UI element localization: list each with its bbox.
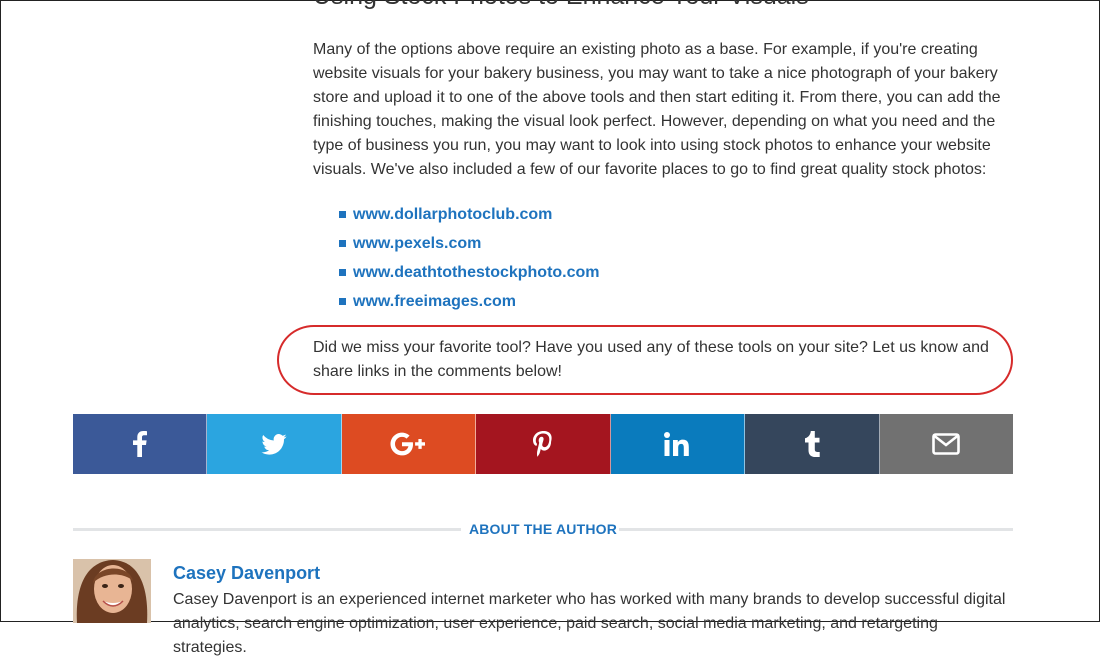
link-deathtothestockphoto[interactable]: www.deathtothestockphoto.com: [353, 264, 600, 281]
list-item: www.pexels.com: [339, 231, 600, 260]
square-bullet-icon: [339, 269, 346, 276]
twitter-icon: [261, 433, 287, 455]
list-item: www.freeimages.com: [339, 289, 600, 318]
envelope-icon: [932, 433, 961, 455]
divider-line: [619, 528, 1013, 531]
linkedin-icon: [664, 432, 690, 456]
share-twitter-button[interactable]: [207, 414, 342, 474]
section-heading: Using Stock Photos to Enhance Your Visua…: [313, 0, 809, 11]
share-tumblr-button[interactable]: [745, 414, 880, 474]
share-email-button[interactable]: [879, 414, 1013, 474]
share-facebook-button[interactable]: [73, 414, 208, 474]
author-name-link[interactable]: Casey Davenport: [173, 563, 320, 584]
author-bio: Casey Davenport is an experienced intern…: [173, 591, 1006, 656]
square-bullet-icon: [339, 240, 346, 247]
about-author-divider: ABOUT THE AUTHOR: [73, 519, 1013, 539]
square-bullet-icon: [339, 298, 346, 305]
link-dollarphotoclub[interactable]: www.dollarphotoclub.com: [353, 206, 552, 223]
highlight-annotation-oval: [277, 325, 1013, 395]
pinterest-icon: [532, 431, 552, 457]
google-plus-icon: [390, 432, 425, 456]
author-avatar: [73, 559, 151, 623]
tumblr-icon: [804, 431, 820, 457]
list-item: www.deathtothestockphoto.com: [339, 260, 600, 289]
facebook-icon: [132, 431, 147, 457]
share-pinterest-button[interactable]: [476, 414, 611, 474]
share-linkedin-button[interactable]: [610, 414, 746, 474]
share-google-plus-button[interactable]: [341, 414, 477, 474]
list-item: www.dollarphotoclub.com: [339, 202, 600, 231]
social-share-bar: [73, 414, 1013, 474]
author-photo: [73, 559, 151, 623]
link-pexels[interactable]: www.pexels.com: [353, 235, 481, 252]
stock-photo-links: www.dollarphotoclub.com www.pexels.com w…: [339, 202, 600, 318]
link-freeimages[interactable]: www.freeimages.com: [353, 293, 516, 310]
article-paragraph: Many of the options above require an exi…: [313, 41, 1001, 178]
square-bullet-icon: [339, 211, 346, 218]
